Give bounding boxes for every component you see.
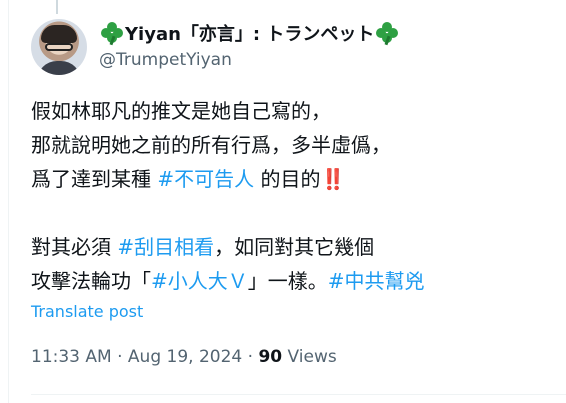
tweet-line: 假如林耶凡的推文是她自己寫的， <box>31 94 425 128</box>
tweet-line: 對其必須 #刮目相看，如同對其它幾個 <box>31 230 425 264</box>
tweet-line: 爲了達到某種 #不可告人 的目的‼️ <box>31 162 425 196</box>
tweet-text-segment: 」一樣。 <box>247 269 328 293</box>
tweet-text-segment: 爲了達到某種 <box>31 167 158 191</box>
tweet-text: 假如林耶凡的推文是她自己寫的， 那就說明她之前的所有行爲，多半虛僞， 爲了達到某種 … <box>31 94 425 298</box>
timeline-border <box>8 0 9 403</box>
hashtag-link[interactable]: #不可告人 <box>157 167 254 191</box>
tweet-line <box>31 196 425 230</box>
translate-post-link[interactable]: Translate post <box>31 302 143 321</box>
hashtag-link[interactable]: #中共幫兇 <box>328 269 425 293</box>
author-handle[interactable]: @TrumpetYiyan <box>99 50 232 70</box>
hashtag-link[interactable]: #小人大Ｖ <box>151 269 248 293</box>
tweet-time[interactable]: 11:33 AM <box>31 347 112 367</box>
tweet-line: 那就說明她之前的所有行爲，多半虛僞， <box>31 128 425 162</box>
views-count: 90 <box>258 347 283 367</box>
tweet-text-segment: 那就說明她之前的所有行爲，多半虛僞， <box>31 133 391 157</box>
avatar[interactable] <box>31 19 87 75</box>
thread-connector-line <box>56 0 58 14</box>
author-name[interactable]: Yiyan「亦言」: トランペット <box>125 20 374 46</box>
divider <box>31 394 566 395</box>
tweet-text-segment: 攻擊法輪功「 <box>31 269 151 293</box>
tweet-line: 攻擊法輪功「#小人大Ｖ」一樣。#中共幫兇 <box>31 264 425 298</box>
tweet-text-segment: 對其必須 <box>31 235 118 259</box>
author-name-row[interactable]: Yiyan「亦言」: トランペット <box>99 20 400 46</box>
tweet-text-segment: ，如同對其它幾個 <box>214 235 375 259</box>
clover-icon <box>376 22 399 46</box>
tweet-text-segment: 假如林耶凡的推文是她自己寫的， <box>31 99 331 123</box>
views-label: Views <box>287 347 337 367</box>
hashtag-link[interactable]: #刮目相看 <box>117 235 214 259</box>
clover-icon <box>101 22 123 46</box>
meta-separator: · <box>247 347 254 367</box>
meta-separator: · <box>117 347 123 367</box>
double-exclamation-icon: ‼️ <box>320 167 346 191</box>
tweet-text-segment: 的目的 <box>254 167 321 191</box>
tweet-meta: 11:33 AM · Aug 19, 2024 · 90 Views <box>31 347 337 367</box>
tweet-date[interactable]: Aug 19, 2024 <box>128 347 242 367</box>
